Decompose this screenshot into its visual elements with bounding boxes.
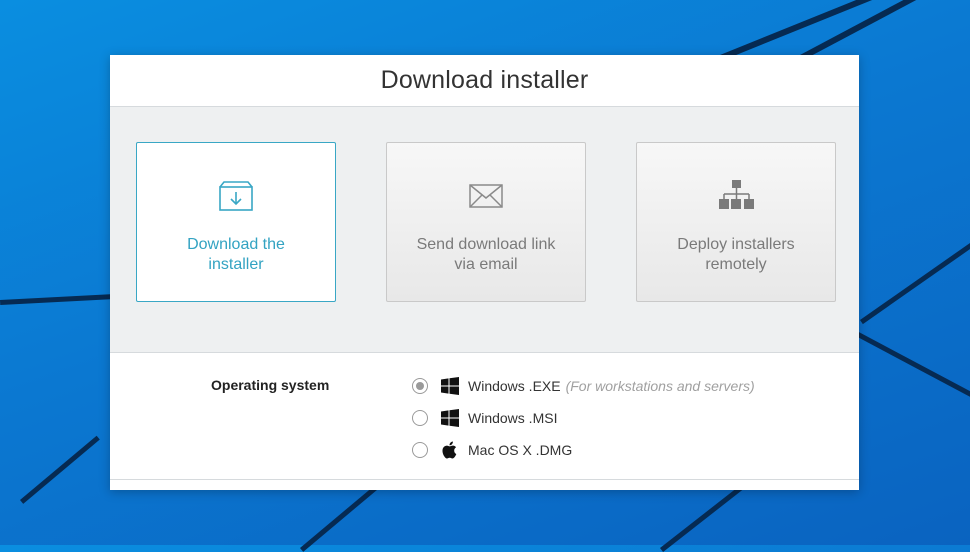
radio-button[interactable] [412,410,428,426]
windows-icon [440,408,460,428]
os-option-mac-dmg[interactable]: Mac OS X .DMG [412,440,572,460]
wallpaper-line [852,330,970,401]
network-tree-icon [716,179,756,213]
os-option-note: (For workstations and servers) [565,378,755,394]
dialog-header: Download installer [110,55,859,107]
wallpaper-line [0,293,116,305]
os-option-label: Windows .MSI [468,410,558,426]
download-installer-option[interactable]: Download the installer [136,142,336,302]
deploy-remotely-option[interactable]: Deploy installers remotely [636,142,836,302]
os-option-label: Windows .EXE [468,378,561,394]
option-label-line: Download the [187,236,285,253]
option-label-line: remotely [705,256,767,273]
option-label-line: via email [454,256,518,273]
radio-button[interactable] [412,442,428,458]
envelope-icon [466,179,506,213]
dialog-title: Download installer [380,66,589,94]
windows-icon [440,376,460,396]
wallpaper-line [800,0,970,61]
operating-system-label: Operating system [211,377,330,393]
send-link-email-option[interactable]: Send download link via email [386,142,586,302]
radio-selected-dot [416,382,424,390]
os-option-windows-exe[interactable]: Windows .EXE (For workstations and serve… [412,376,755,396]
wallpaper-line [860,239,970,325]
option-label: Download the installer [151,235,321,275]
option-label-line: Deploy installers [677,236,795,253]
os-option-label: Mac OS X .DMG [468,442,573,458]
download-installer-dialog: Download installer Download the installe… [110,55,859,490]
option-label: Deploy installers remotely [651,235,821,275]
apple-icon [440,440,460,460]
wallpaper-line [20,435,100,504]
os-option-windows-msi[interactable]: Windows .MSI [412,408,557,428]
option-label-line: Send download link [416,236,556,253]
radio-button[interactable] [412,378,428,394]
option-label: Send download link via email [401,235,571,275]
option-label-line: installer [208,256,264,273]
download-tray-icon [216,179,256,213]
operating-system-section: Operating system Windows .EXE (For works… [110,353,859,480]
install-method-options: Download the installer Send download lin… [110,107,859,353]
